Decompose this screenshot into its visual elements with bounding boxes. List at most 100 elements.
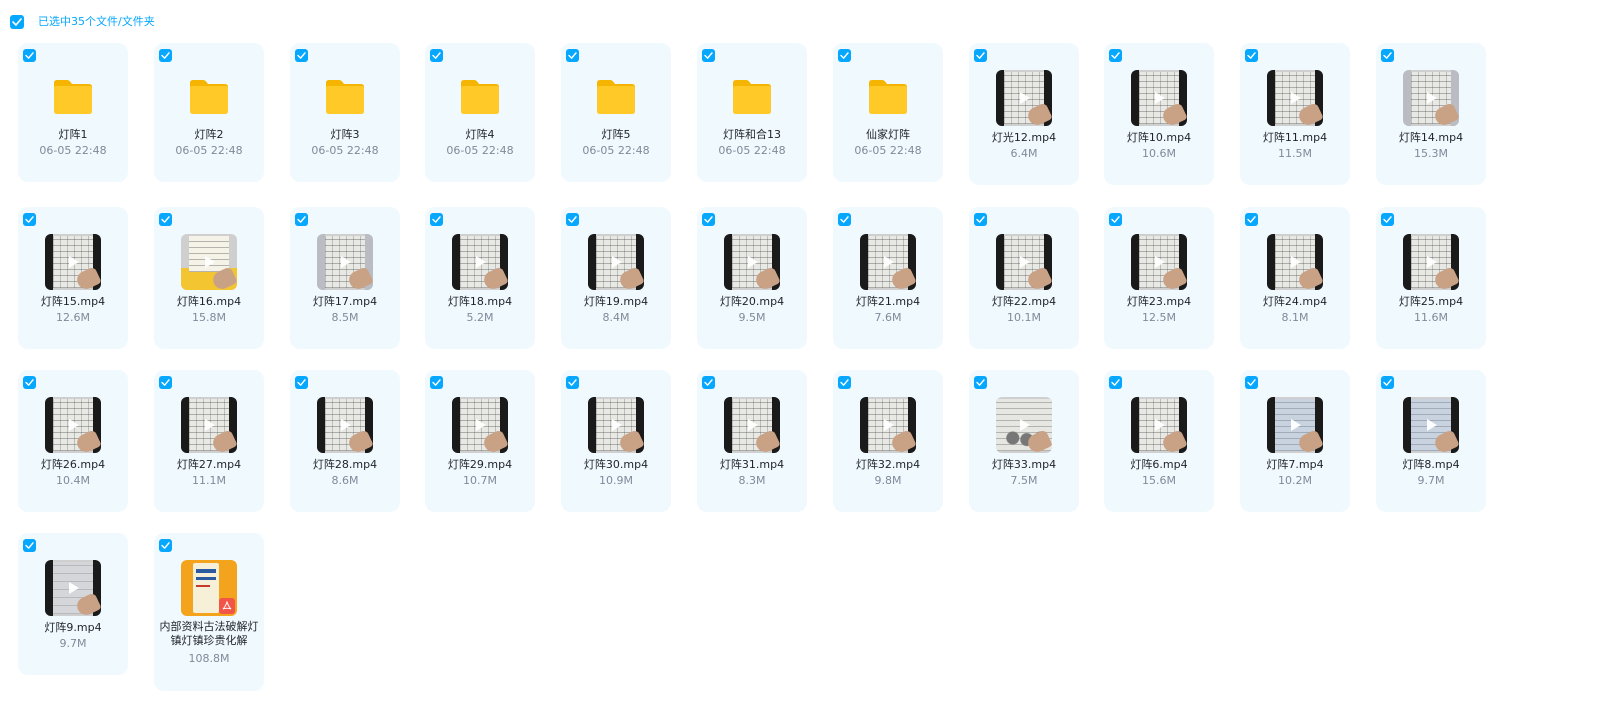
item-checkbox[interactable]	[1381, 213, 1394, 226]
video-file-item[interactable]: 灯阵18.mp4 5.2M	[425, 207, 535, 349]
item-checkbox[interactable]	[430, 213, 443, 226]
video-file-item[interactable]: 灯阵14.mp4 15.3M	[1376, 43, 1486, 185]
video-file-item[interactable]: 灯阵24.mp4 8.1M	[1240, 207, 1350, 349]
item-checkbox[interactable]	[1109, 49, 1122, 62]
item-checkbox[interactable]	[23, 49, 36, 62]
video-file-item[interactable]: 灯阵11.mp4 11.5M	[1240, 43, 1350, 185]
folder-thumb	[833, 77, 943, 115]
folder-item[interactable]: 灯阵2 06-05 22:48	[154, 43, 264, 182]
item-checkbox[interactable]	[23, 213, 36, 226]
play-icon	[69, 582, 79, 594]
item-checkbox[interactable]	[838, 213, 851, 226]
item-checkbox[interactable]	[566, 213, 579, 226]
play-icon	[1020, 92, 1030, 104]
video-thumbnail	[860, 234, 916, 290]
item-checkbox[interactable]	[974, 49, 987, 62]
video-file-item[interactable]: 灯阵9.mp4 9.7M	[18, 533, 128, 675]
video-file-item[interactable]: 灯阵17.mp4 8.5M	[290, 207, 400, 349]
pdf-file-item[interactable]: 内部资料古法破解灯镇灯镇珍贵化解 108.8M	[154, 533, 264, 691]
item-checkbox[interactable]	[430, 376, 443, 389]
video-file-item[interactable]: 灯阵28.mp4 8.6M	[290, 370, 400, 512]
folder-icon	[190, 80, 228, 114]
video-file-item[interactable]: 灯阵19.mp4 8.4M	[561, 207, 671, 349]
video-file-item[interactable]: 灯阵22.mp4 10.1M	[969, 207, 1079, 349]
item-checkbox[interactable]	[1381, 376, 1394, 389]
video-file-item[interactable]: 灯阵23.mp4 12.5M	[1104, 207, 1214, 349]
item-checkbox[interactable]	[1245, 49, 1258, 62]
video-file-item[interactable]: 灯阵21.mp4 7.6M	[833, 207, 943, 349]
item-checkbox[interactable]	[295, 376, 308, 389]
video-file-item[interactable]: 灯阵32.mp4 9.8M	[833, 370, 943, 512]
item-checkbox[interactable]	[974, 376, 987, 389]
item-checkbox[interactable]	[838, 376, 851, 389]
video-file-item[interactable]: 灯阵10.mp4 10.6M	[1104, 43, 1214, 185]
item-checkbox[interactable]	[702, 213, 715, 226]
video-thumb	[1104, 234, 1214, 290]
item-checkbox[interactable]	[702, 49, 715, 62]
item-file-size: 15.6M	[1142, 474, 1176, 487]
check-icon	[1383, 52, 1392, 59]
folder-thumb	[18, 77, 128, 115]
item-checkbox[interactable]	[23, 376, 36, 389]
video-file-item[interactable]: 灯阵6.mp4 15.6M	[1104, 370, 1214, 512]
folder-item[interactable]: 灯阵5 06-05 22:48	[561, 43, 671, 182]
item-checkbox[interactable]	[1245, 376, 1258, 389]
item-checkbox[interactable]	[430, 49, 443, 62]
video-file-item[interactable]: 灯阵8.mp4 9.7M	[1376, 370, 1486, 512]
item-checkbox[interactable]	[295, 49, 308, 62]
item-checkbox[interactable]	[159, 213, 172, 226]
item-checkbox[interactable]	[566, 49, 579, 62]
video-thumbnail	[588, 397, 644, 453]
folder-item[interactable]: 仙家灯阵 06-05 22:48	[833, 43, 943, 182]
video-file-item[interactable]: 灯阵33.mp4 7.5M	[969, 370, 1079, 512]
item-file-size: 9.7M	[1417, 474, 1445, 487]
play-icon	[341, 256, 351, 268]
video-file-item[interactable]: 灯阵26.mp4 10.4M	[18, 370, 128, 512]
item-checkbox[interactable]	[159, 49, 172, 62]
video-file-item[interactable]: 灯阵29.mp4 10.7M	[425, 370, 535, 512]
check-icon	[840, 379, 849, 386]
video-file-item[interactable]: 灯阵7.mp4 10.2M	[1240, 370, 1350, 512]
video-file-item[interactable]: 灯阵27.mp4 11.1M	[154, 370, 264, 512]
play-icon	[1020, 419, 1030, 431]
item-checkbox[interactable]	[1245, 213, 1258, 226]
video-thumbnail	[1403, 234, 1459, 290]
video-file-item[interactable]: 灯光12.mp4 6.4M	[969, 43, 1079, 185]
video-file-item[interactable]: 灯阵31.mp4 8.3M	[697, 370, 807, 512]
video-thumbnail	[45, 560, 101, 616]
item-file-size: 15.8M	[192, 311, 226, 324]
item-checkbox[interactable]	[295, 213, 308, 226]
item-name: 灯阵15.mp4	[40, 295, 106, 308]
video-file-item[interactable]: 灯阵20.mp4 9.5M	[697, 207, 807, 349]
video-thumb	[18, 234, 128, 290]
video-thumbnail	[1267, 234, 1323, 290]
check-icon	[1383, 379, 1392, 386]
check-icon	[161, 379, 170, 386]
item-checkbox[interactable]	[23, 539, 36, 552]
video-thumb	[1376, 70, 1486, 126]
item-file-size: 8.3M	[738, 474, 766, 487]
video-file-item[interactable]: 灯阵16.mp4 15.8M	[154, 207, 264, 349]
video-file-item[interactable]: 灯阵15.mp4 12.6M	[18, 207, 128, 349]
item-name: 灯阵29.mp4	[447, 458, 513, 471]
play-icon	[205, 419, 215, 431]
item-checkbox[interactable]	[838, 49, 851, 62]
item-checkbox[interactable]	[702, 376, 715, 389]
video-file-item[interactable]: 灯阵25.mp4 11.6M	[1376, 207, 1486, 349]
item-checkbox[interactable]	[566, 376, 579, 389]
folder-icon	[597, 80, 635, 114]
folder-icon	[326, 80, 364, 114]
item-checkbox[interactable]	[159, 376, 172, 389]
item-checkbox[interactable]	[1109, 376, 1122, 389]
item-checkbox[interactable]	[159, 539, 172, 552]
folder-item[interactable]: 灯阵1 06-05 22:48	[18, 43, 128, 182]
item-checkbox[interactable]	[974, 213, 987, 226]
folder-item[interactable]: 灯阵4 06-05 22:48	[425, 43, 535, 182]
item-checkbox[interactable]	[1109, 213, 1122, 226]
play-icon	[69, 419, 79, 431]
folder-item[interactable]: 灯阵和合13 06-05 22:48	[697, 43, 807, 182]
item-checkbox[interactable]	[1381, 49, 1394, 62]
video-file-item[interactable]: 灯阵30.mp4 10.9M	[561, 370, 671, 512]
folder-item[interactable]: 灯阵3 06-05 22:48	[290, 43, 400, 182]
play-icon	[1155, 256, 1165, 268]
